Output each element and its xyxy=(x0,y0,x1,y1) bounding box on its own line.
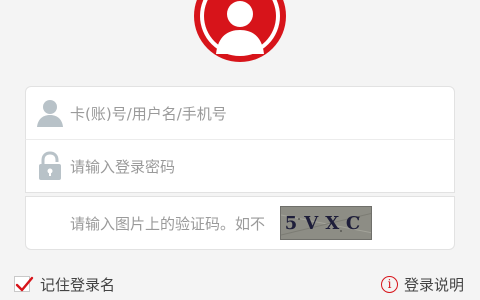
remember-checkbox[interactable] xyxy=(14,276,34,292)
captcha-image[interactable]: 5VXC xyxy=(280,206,372,240)
login-help-link[interactable]: i 登录说明 xyxy=(380,272,464,296)
info-icon: i xyxy=(380,275,398,293)
user-avatar-icon xyxy=(194,0,286,62)
user-icon xyxy=(37,100,63,127)
lock-icon xyxy=(39,151,61,180)
remember-login-toggle[interactable]: 记住登录名 xyxy=(14,272,115,296)
login-page: 5VXC 记住登录名 i 登录说明 xyxy=(0,0,480,300)
help-label: 登录说明 xyxy=(403,275,464,294)
captcha-text: 5VXC xyxy=(284,212,368,234)
password-field xyxy=(25,139,455,193)
username-field xyxy=(25,86,455,140)
username-input[interactable] xyxy=(70,99,440,129)
checkmark-icon xyxy=(15,276,34,292)
captcha-field: 5VXC xyxy=(25,196,455,250)
captcha-input[interactable] xyxy=(70,209,280,239)
remember-label: 记住登录名 xyxy=(40,275,116,294)
password-input[interactable] xyxy=(70,152,440,182)
